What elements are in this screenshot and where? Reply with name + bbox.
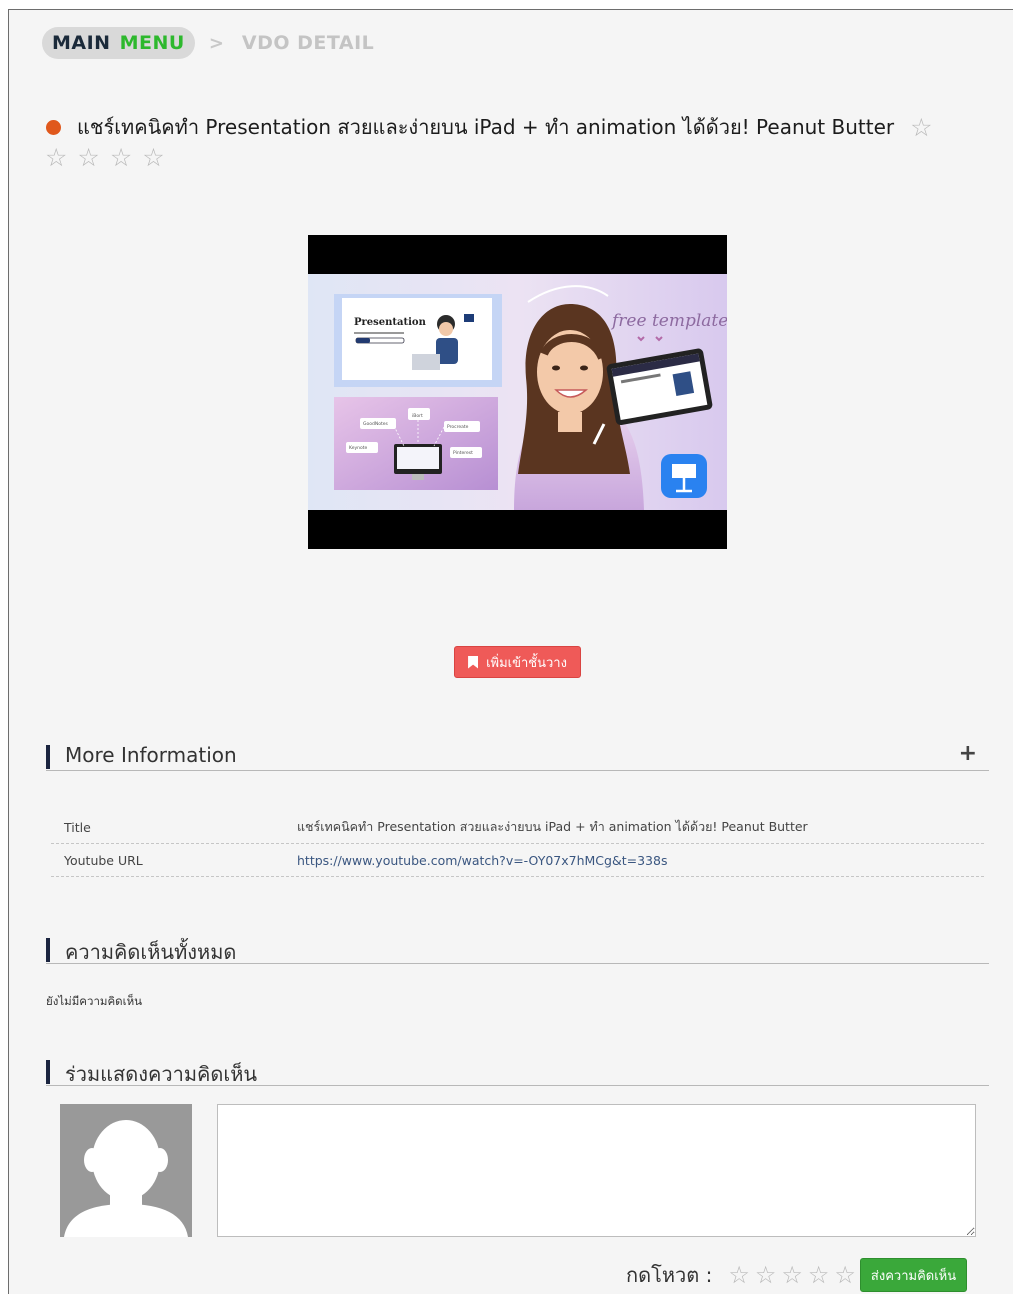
vote-star-5[interactable]: ☆: [834, 1263, 856, 1287]
info-row-title: Title แชร์เทคนิคทำ Presentation สวยและง่…: [51, 811, 984, 844]
vote-stars: ☆ ☆ ☆ ☆ ☆: [728, 1263, 856, 1287]
rating-star-2[interactable]: ☆: [45, 145, 67, 170]
more-information-title: More Information: [65, 743, 237, 767]
info-table: Title แชร์เทคนิคทำ Presentation สวยและง่…: [51, 811, 984, 877]
rating-star-4[interactable]: ☆: [110, 145, 132, 170]
more-information-header: More Information +: [46, 741, 989, 771]
svg-text:GoodNotes: GoodNotes: [363, 421, 389, 427]
section-bar: [46, 938, 50, 962]
section-bar: [46, 745, 50, 769]
avatar: [60, 1104, 192, 1237]
vote-star-2[interactable]: ☆: [755, 1263, 777, 1287]
all-comments-title: ความคิดเห็นทั้งหมด: [65, 940, 237, 964]
thumb-slide-title: Presentation: [354, 317, 427, 328]
vote-star-1[interactable]: ☆: [728, 1263, 750, 1287]
svg-text:Pinterest: Pinterest: [453, 450, 473, 456]
breadcrumb-current: VDO DETAIL: [241, 32, 375, 54]
vote-row: กดโหวต : ☆ ☆ ☆ ☆ ☆ ส่งความคิดเห็น: [626, 1258, 968, 1292]
info-key: Title: [64, 819, 91, 835]
video-thumbnail: Presentation iBort GoodNotes Procreate K…: [308, 274, 727, 510]
thumb-overlay-text: free template: [610, 311, 727, 331]
submit-comment-label: ส่งความคิดเห็น: [870, 1267, 957, 1283]
svg-text:iBort: iBort: [412, 413, 423, 419]
add-to-shelf-label: เพิ่มเข้าชั้นวาง: [486, 654, 567, 670]
rating-star-1[interactable]: ☆: [910, 115, 932, 140]
vote-label: กดโหวต :: [626, 1263, 713, 1287]
status-dot: [46, 119, 61, 135]
main-menu-label-main: MAIN: [52, 32, 111, 54]
submit-comment-button[interactable]: ส่งความคิดเห็น: [859, 1258, 968, 1292]
vote-star-4[interactable]: ☆: [808, 1263, 830, 1287]
info-key: Youtube URL: [64, 852, 143, 868]
comment-textarea[interactable]: [217, 1104, 976, 1237]
section-bar: [46, 1060, 50, 1084]
info-row-youtube-url: Youtube URL https://www.youtube.com/watc…: [51, 844, 984, 877]
main-menu-label-menu: MENU: [119, 32, 185, 54]
rating-stars: ☆ ☆ ☆ ☆: [45, 145, 165, 170]
youtube-url-link[interactable]: https://www.youtube.com/watch?v=-OY07x7h…: [297, 853, 667, 868]
no-comments-text: ยังไม่มีความคิดเห็น: [46, 994, 143, 1008]
add-to-shelf-button[interactable]: เพิ่มเข้าชั้นวาง: [454, 646, 581, 678]
breadcrumb-separator: >: [208, 32, 224, 54]
main-menu-link[interactable]: MAIN MENU: [42, 27, 195, 59]
rating-star-3[interactable]: ☆: [77, 145, 99, 170]
breadcrumb: MAIN MENU > VDO DETAIL: [42, 27, 374, 59]
svg-text:Keynote: Keynote: [349, 445, 368, 451]
user-silhouette-icon: [64, 1120, 188, 1237]
vote-star-3[interactable]: ☆: [781, 1263, 803, 1287]
info-value: แชร์เทคนิคทำ Presentation สวยและง่ายบน i…: [297, 819, 808, 834]
video-player[interactable]: Presentation iBort GoodNotes Procreate K…: [308, 235, 727, 549]
svg-text:Procreate: Procreate: [447, 424, 469, 430]
video-title: แชร์เทคนิคทำ Presentation สวยและง่ายบน i…: [77, 115, 895, 139]
plus-icon[interactable]: +: [959, 741, 977, 766]
all-comments-header: ความคิดเห็นทั้งหมด: [46, 938, 989, 964]
bookmark-icon: [468, 655, 479, 669]
video-title-row: แชร์เทคนิคทำ Presentation สวยและง่ายบน i…: [46, 111, 933, 143]
rating-star-5[interactable]: ☆: [142, 145, 164, 170]
comment-form-title: ร่วมแสดงความคิดเห็น: [65, 1062, 258, 1086]
comment-form-header: ร่วมแสดงความคิดเห็น: [46, 1060, 989, 1086]
